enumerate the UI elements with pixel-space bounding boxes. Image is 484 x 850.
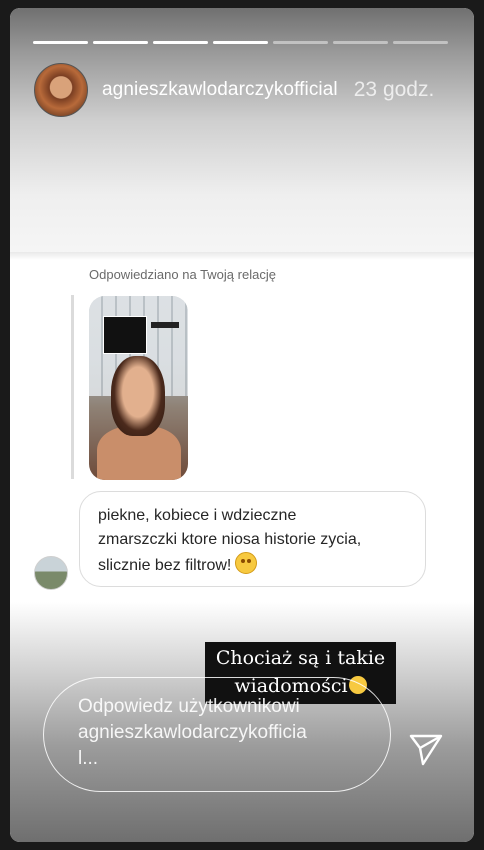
thumbnail-tag — [151, 322, 179, 328]
reply-input[interactable]: Odpowiedz użytkownikowi agnieszkawlodarc… — [43, 677, 391, 792]
thumbnail-person-face — [111, 356, 165, 436]
story-viewer[interactable]: agnieszkawlodarczykofficial 23 godz. Odp… — [10, 8, 474, 842]
progress-segment — [33, 41, 88, 44]
progress-segment — [393, 41, 448, 44]
message-line: slicznie bez filtrow! — [98, 557, 232, 574]
username-link[interactable]: agnieszkawlodarczykofficial — [102, 79, 338, 101]
message-line-with-emoji: slicznie bez filtrow! — [98, 552, 407, 578]
story-divider — [10, 252, 474, 260]
sender-avatar[interactable] — [34, 556, 68, 590]
story-header: agnieszkawlodarczykofficial 23 godz. — [34, 63, 435, 117]
post-time: 23 godz. — [353, 78, 435, 101]
profile-avatar[interactable] — [34, 63, 88, 117]
story-thumbnail[interactable] — [89, 296, 188, 480]
progress-segment — [213, 41, 268, 44]
reply-caption: Odpowiedziano na Twoją relację — [89, 267, 276, 282]
send-icon[interactable] — [407, 730, 445, 768]
message-bubble: piekne, kobiece i wdzieczne zmarszczki k… — [79, 491, 426, 587]
star-struck-emoji-icon — [235, 552, 258, 574]
progress-segment — [333, 41, 388, 44]
story-background-top — [10, 8, 474, 258]
message-line: piekne, kobiece i wdzieczne — [98, 507, 297, 524]
caption-line: Chociaż są i takie — [215, 647, 386, 669]
progress-segment — [93, 41, 148, 44]
quote-bar — [71, 295, 74, 479]
progress-segment — [153, 41, 208, 44]
message-line: zmarszczki ktore niosa historie zycia, — [98, 531, 362, 548]
story-progress-bar — [33, 41, 448, 44]
reply-placeholder: Odpowiedz użytkownikowi agnieszkawlodarc… — [78, 696, 307, 769]
thumbnail-text-sticker — [103, 316, 147, 354]
progress-segment — [273, 41, 328, 44]
